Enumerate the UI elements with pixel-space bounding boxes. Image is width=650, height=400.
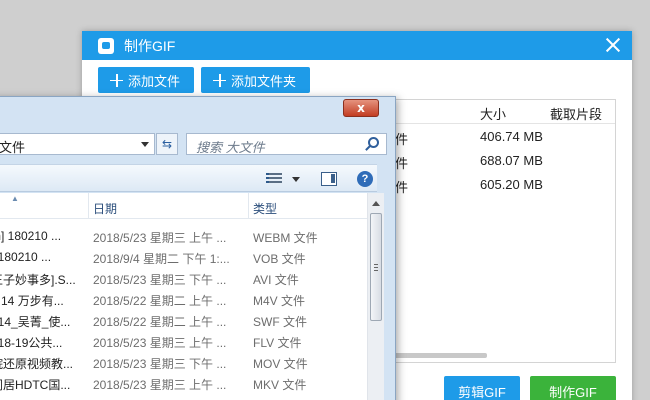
column-divider[interactable] — [248, 193, 249, 219]
dialog-close-button[interactable]: x — [343, 99, 379, 117]
file-type: MKV 文件 — [253, 378, 307, 392]
refresh-icon[interactable]: ⇆ — [156, 133, 178, 155]
address-bar[interactable]: 文件 — [0, 133, 155, 155]
file-type: SWF 文件 — [253, 315, 307, 329]
file-row[interactable]: 318-19公共... 2018/5/23 星期三 上午 ... FLV 文件 — [0, 330, 367, 351]
column-size[interactable]: 大小 — [480, 104, 506, 123]
file-date: 2018/5/23 星期三 上午 ... — [93, 231, 227, 245]
add-file-label: 添加文件 — [128, 73, 181, 89]
plus-icon — [110, 73, 123, 87]
file-list-header: ▲ 日期 类型 — [0, 193, 367, 219]
file-row[interactable]: ] 180210 ... 2018/9/4 星期二 下午 1:... VOB 文… — [0, 246, 367, 267]
column-date[interactable]: 日期 — [93, 200, 117, 217]
file-name: m] 180210 ... — [0, 229, 62, 243]
preview-pane-icon[interactable] — [321, 172, 337, 186]
scrollbar-thumb[interactable] — [370, 213, 382, 321]
row-size: 406.74 MB — [480, 129, 543, 144]
file-name: ] 180210 ... — [0, 250, 52, 264]
add-folder-button[interactable]: 添加文件夹 — [201, 67, 311, 93]
file-name: 同居HDTC国... — [0, 378, 71, 392]
file-type: AVI 文件 — [253, 273, 299, 287]
scroll-up-icon[interactable] — [372, 201, 380, 206]
file-date: 2018/5/22 星期二 上午 ... — [93, 294, 227, 308]
row-size: 605.20 MB — [480, 177, 543, 192]
file-type: FLV 文件 — [253, 336, 302, 350]
command-bar: ? — [0, 164, 377, 192]
search-icon[interactable] — [368, 137, 379, 148]
file-date: 2018/9/4 星期二 下午 1:... — [93, 252, 230, 266]
close-icon: x — [357, 101, 365, 115]
file-name: 王子妙事多].S... — [0, 273, 76, 287]
file-name: 318-19公共... — [0, 336, 63, 350]
search-input[interactable]: 搜索 大文件 — [186, 133, 387, 155]
file-row[interactable]: 414_吴菁_使... 2018/5/22 星期二 上午 ... SWF 文件 — [0, 309, 367, 330]
file-list: ▲ 日期 类型 m] 180210 ... 2018/5/23 星期三 上午 .… — [0, 193, 367, 400]
file-row[interactable]: 院还原视频教... 2018/5/23 星期三 下午 ... MOV 文件 — [0, 351, 367, 372]
gif-titlebar: 制作GIF — [82, 31, 632, 60]
make-gif-button[interactable]: 制作GIF — [530, 376, 616, 400]
window-title: 制作GIF — [124, 37, 176, 54]
gif-toolbar: 添加文件 添加文件夹 — [98, 67, 311, 93]
file-row[interactable]: 王子妙事多].S... 2018/5/23 星期三 下午 ... AVI 文件 — [0, 267, 367, 288]
add-file-button[interactable]: 添加文件 — [98, 67, 195, 93]
add-folder-label: 添加文件夹 — [231, 73, 297, 89]
row-suffix: 件 — [395, 156, 409, 171]
edit-gif-button[interactable]: 剪辑GIF — [444, 376, 520, 400]
file-date: 2018/5/23 星期三 上午 ... — [93, 336, 227, 350]
help-icon[interactable]: ? — [357, 171, 373, 187]
vertical-scrollbar[interactable] — [367, 193, 384, 400]
view-details-icon[interactable] — [266, 173, 282, 184]
sort-up-icon: ▲ — [11, 194, 19, 203]
chevron-down-icon[interactable] — [141, 142, 149, 147]
column-type[interactable]: 类型 — [253, 200, 277, 217]
column-clip[interactable]: 截取片段 — [550, 104, 602, 123]
close-icon[interactable] — [604, 36, 622, 54]
file-row[interactable]: m] 180210 ... 2018/5/23 星期三 上午 ... WEBM … — [0, 225, 367, 246]
file-type: MOV 文件 — [253, 357, 308, 371]
file-open-dialog: x 文件 ⇆ 搜索 大文件 ? ▲ 日期 类型 m] 180210 ... 20… — [0, 96, 396, 400]
file-date: 2018/5/23 星期三 上午 ... — [93, 378, 227, 392]
file-row[interactable]: 同居HDTC国... 2018/5/23 星期三 上午 ... MKV 文件 — [0, 372, 367, 393]
file-name: 4.14 万步有... — [0, 294, 64, 308]
row-suffix: 件 — [395, 180, 409, 195]
file-row[interactable]: 4.14 万步有... 2018/5/22 星期二 上午 ... M4V 文件 — [0, 288, 367, 309]
file-name: 414_吴菁_使... — [0, 315, 71, 329]
file-type: WEBM 文件 — [253, 231, 318, 245]
chevron-down-icon[interactable] — [292, 177, 300, 182]
plus-icon — [213, 73, 227, 87]
file-type: VOB 文件 — [253, 252, 306, 266]
file-name: 院还原视频教... — [0, 357, 74, 371]
file-date: 2018/5/23 星期三 下午 ... — [93, 357, 227, 371]
file-date: 2018/5/23 星期三 下午 ... — [93, 273, 227, 287]
file-type: M4V 文件 — [253, 294, 306, 308]
row-size: 688.07 MB — [480, 153, 543, 168]
address-text: 文件 — [0, 140, 26, 155]
grip-icon — [374, 264, 378, 273]
app-logo-icon — [98, 37, 114, 54]
file-date: 2018/5/22 星期二 上午 ... — [93, 315, 227, 329]
column-divider[interactable] — [88, 193, 89, 219]
row-suffix: 件 — [395, 132, 409, 147]
search-placeholder: 搜索 大文件 — [196, 140, 265, 155]
